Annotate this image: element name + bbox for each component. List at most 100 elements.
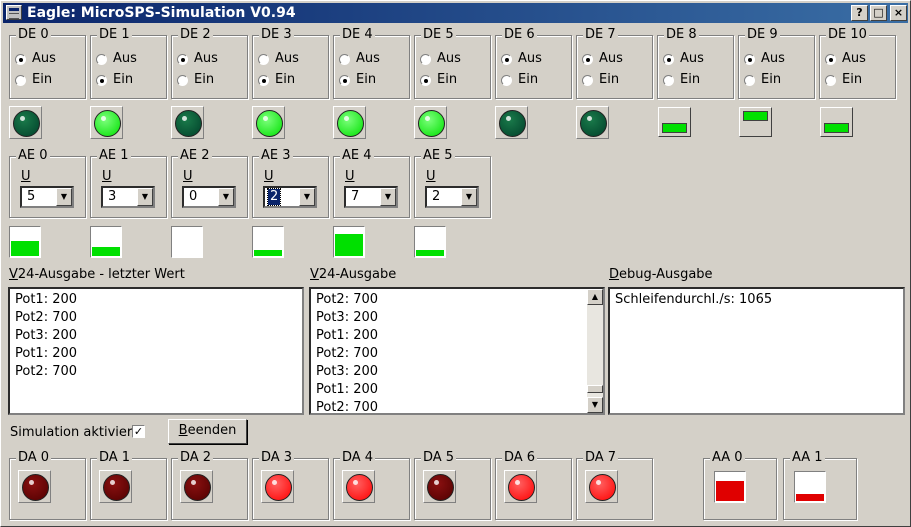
da-group-label: DA 4: [340, 450, 376, 466]
radio-button-icon[interactable]: [258, 75, 269, 86]
de-radio-label: Ein: [32, 72, 53, 87]
da-led-indicator: [504, 470, 537, 503]
de-group-label: DE 2: [178, 27, 213, 43]
led-bulb-icon: [265, 474, 292, 501]
led-bulb-icon: [184, 474, 211, 501]
debug-output-label-accel: D: [609, 267, 620, 282]
de-group-label: DE 9: [745, 27, 780, 43]
de-group: DE 3 Aus Ein: [252, 27, 329, 99]
close-button[interactable]: ×: [890, 5, 907, 21]
radio-button-icon[interactable]: [96, 75, 107, 86]
help-button[interactable]: ?: [851, 5, 868, 21]
aa-group: AA 0: [703, 450, 777, 520]
ae-group-label: AE 1: [97, 148, 131, 164]
scroll-down-button[interactable]: ▼: [587, 397, 603, 413]
v24-output-list[interactable]: ▲ ▼ Pot2: 700 Pot3: 200 Pot1: 200 Pot2: 700…: [309, 287, 605, 415]
aa-level-fill: [796, 494, 824, 501]
dropdown-arrow-icon[interactable]: ▼: [56, 188, 72, 206]
dropdown-arrow-icon[interactable]: ▼: [137, 188, 153, 206]
ae-group-label: AE 5: [421, 148, 455, 164]
radio-button-icon[interactable]: [582, 54, 593, 65]
de-radio-label: Aus: [680, 51, 704, 66]
radio-button-icon[interactable]: [420, 54, 431, 65]
debug-output-label: Debug-Ausgabe: [609, 267, 713, 282]
led-bulb-icon: [337, 110, 364, 137]
radio-button-icon[interactable]: [258, 54, 269, 65]
radio-button-icon[interactable]: [744, 54, 755, 65]
led-bulb-icon: [175, 110, 202, 137]
list-item: Pot2: 700: [15, 310, 78, 325]
switch-paddle-icon: [824, 123, 849, 133]
radio-button-icon[interactable]: [825, 54, 836, 65]
quit-button[interactable]: Beenden: [168, 419, 247, 444]
da-group-label: DA 3: [259, 450, 295, 466]
ae-level-bar: [90, 226, 122, 258]
radio-button-icon[interactable]: [339, 75, 350, 86]
title-bar[interactable]: Eagle: MicroSPS-Simulation V0.94 ? □ ×: [3, 3, 908, 23]
dropdown-arrow-icon[interactable]: ▼: [218, 188, 234, 206]
radio-button-icon[interactable]: [339, 54, 350, 65]
v24-output-scrollbar[interactable]: ▲ ▼: [587, 289, 603, 413]
radio-button-icon[interactable]: [663, 75, 674, 86]
ae-level-bar: [171, 226, 203, 258]
ae-voltage-select[interactable]: 5 ▼: [20, 186, 74, 208]
list-item: Pot1: 200: [316, 382, 379, 397]
scroll-thumb[interactable]: [587, 385, 603, 393]
led-bulb-icon: [508, 474, 535, 501]
ae-voltage-value: 7: [351, 189, 360, 204]
da-led-indicator: [99, 470, 132, 503]
v24-last-list[interactable]: Pot1: 200 Pot2: 700 Pot3: 200 Pot1: 200 Pot2…: [8, 287, 304, 415]
scroll-up-button[interactable]: ▲: [587, 289, 603, 305]
radio-button-icon[interactable]: [825, 75, 836, 86]
de-radio-label: Ein: [437, 72, 458, 87]
switch-paddle-icon: [743, 111, 768, 121]
de-group: DE 4 Aus Ein: [333, 27, 410, 99]
radio-button-icon[interactable]: [744, 75, 755, 86]
ae-level-bar: [414, 226, 446, 258]
de-radio-label: Aus: [437, 51, 461, 66]
ae-group: AE 2 U 0 ▼: [171, 148, 248, 218]
radio-button-icon[interactable]: [501, 54, 512, 65]
led-bulb-icon: [346, 474, 373, 501]
de-radio-label: Aus: [842, 51, 866, 66]
radio-button-icon[interactable]: [15, 54, 26, 65]
de-radio-label: Ein: [194, 72, 215, 87]
ae-voltage-select[interactable]: 7 ▼: [344, 186, 398, 208]
radio-button-icon[interactable]: [663, 54, 674, 65]
ae-voltage-select[interactable]: 2 ▼: [263, 186, 317, 208]
maximize-button[interactable]: □: [870, 5, 887, 21]
list-item: Pot1: 200: [15, 292, 78, 307]
radio-button-icon[interactable]: [177, 54, 188, 65]
radio-button-icon[interactable]: [177, 75, 188, 86]
de-group-label: DE 6: [502, 27, 537, 43]
ae-level-fill: [335, 234, 363, 256]
led-bulb-icon: [13, 110, 40, 137]
radio-button-icon[interactable]: [582, 75, 593, 86]
app-icon[interactable]: [6, 5, 22, 20]
list-item: Schleifendurchl./s: 1065: [615, 292, 773, 307]
dropdown-arrow-icon[interactable]: ▼: [461, 188, 477, 206]
simulation-checkbox[interactable]: ✓: [132, 425, 145, 438]
list-item: Pot3: 200: [316, 310, 379, 325]
de-group-label: DE 10: [826, 27, 869, 43]
radio-button-icon[interactable]: [15, 75, 26, 86]
dropdown-arrow-icon[interactable]: ▼: [299, 188, 315, 206]
de-group: DE 10 Aus Ein: [819, 27, 896, 99]
v24-last-label-text: 24-Ausgabe - letzter Wert: [17, 267, 185, 282]
ae-level-fill: [92, 246, 120, 256]
ae-voltage-select[interactable]: 0 ▼: [182, 186, 236, 208]
aa-group-label: AA 0: [710, 450, 745, 466]
radio-button-icon[interactable]: [420, 75, 431, 86]
v24-output-label: V24-Ausgabe: [310, 267, 396, 282]
da-group-label: DA 5: [421, 450, 457, 466]
ae-voltage-select[interactable]: 2 ▼: [425, 186, 479, 208]
debug-output-list[interactable]: Schleifendurchl./s: 1065: [608, 287, 905, 415]
ae-voltage-select[interactable]: 3 ▼: [101, 186, 155, 208]
de-group: DE 8 Aus Ein: [657, 27, 734, 99]
quit-button-text: eenden: [187, 423, 237, 438]
radio-button-icon[interactable]: [96, 54, 107, 65]
radio-button-icon[interactable]: [501, 75, 512, 86]
da-group: DA 5: [414, 450, 491, 520]
de-radio-label: Aus: [599, 51, 623, 66]
dropdown-arrow-icon[interactable]: ▼: [380, 188, 396, 206]
